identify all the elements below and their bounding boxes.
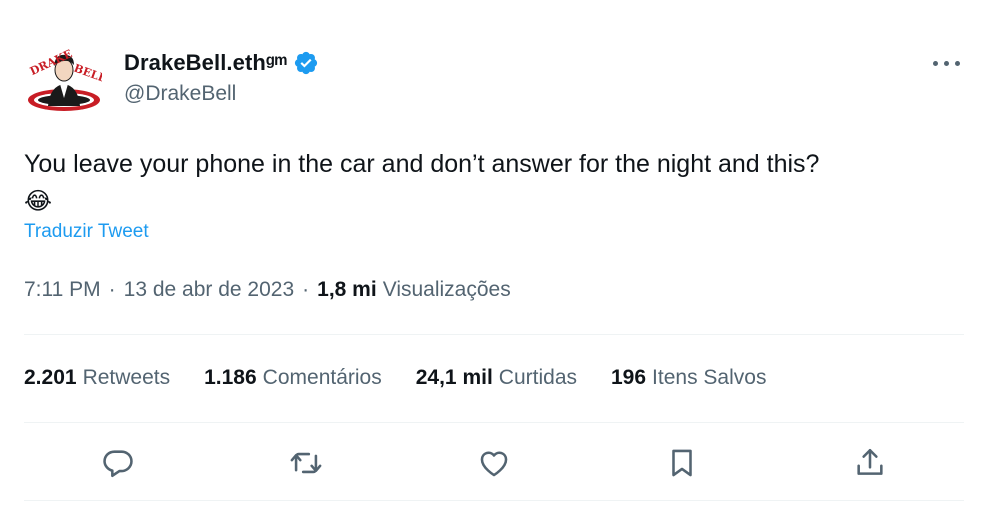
reply-icon[interactable] [101, 446, 135, 480]
retweets-stat[interactable]: 2.201 Retweets [24, 366, 170, 390]
more-options-icon[interactable] [930, 52, 964, 74]
views-label[interactable]: Visualizações [383, 278, 511, 302]
comments-stat[interactable]: 1.186 Comentários [204, 366, 382, 390]
share-icon[interactable] [853, 446, 887, 480]
divider [24, 500, 964, 501]
tweet-meta: 7:11 PM · 13 de abr de 2023 · 1,8 mi Vis… [24, 278, 511, 302]
bookmark-icon[interactable] [665, 446, 699, 480]
stat-count: 24,1 mil [415, 366, 493, 389]
meta-separator: · [108, 278, 116, 301]
retweet-icon[interactable] [289, 446, 323, 480]
tweet-date[interactable]: 13 de abr de 2023 [124, 278, 294, 302]
stat-label: Itens Salvos [652, 366, 767, 389]
more-dot [955, 61, 960, 66]
likes-stat[interactable]: 24,1 mil Curtidas [416, 366, 577, 390]
stat-count: 2.201 [24, 366, 77, 389]
divider [24, 422, 964, 423]
more-dot [944, 61, 949, 66]
author-block: DrakeBell.ethᵍᵐ @DrakeBell [124, 48, 319, 106]
stat-count: 1.186 [204, 366, 257, 389]
divider [24, 334, 964, 335]
more-dot [933, 61, 938, 66]
display-name[interactable]: DrakeBell.ethᵍᵐ [124, 50, 287, 76]
bookmarks-stat[interactable]: 196 Itens Salvos [611, 366, 766, 390]
svg-text:BELL: BELL [72, 62, 102, 86]
drake-bell-logo: DRAKE BELL [28, 47, 108, 111]
engagement-stats: 2.201 Retweets 1.186 Comentários 24,1 mi… [24, 366, 800, 390]
stat-label: Retweets [82, 366, 171, 389]
verified-badge-icon[interactable] [293, 50, 319, 76]
handle[interactable]: @DrakeBell [124, 82, 319, 106]
views-count[interactable]: 1,8 mi [317, 278, 377, 302]
avatar[interactable]: DRAKE BELL [24, 40, 108, 118]
name-row: DrakeBell.ethᵍᵐ [124, 48, 319, 78]
translate-tweet-link[interactable]: Traduzir Tweet [24, 221, 149, 243]
like-icon[interactable] [477, 446, 511, 480]
stat-label: Comentários [262, 366, 382, 389]
meta-separator: · [302, 278, 310, 301]
tweet-time[interactable]: 7:11 PM [24, 278, 101, 302]
laughing-emoji-icon: 😂 [24, 188, 53, 215]
stat-label: Curtidas [498, 366, 577, 389]
stat-count: 196 [611, 366, 647, 389]
tweet-text: You leave your phone in the car and don’… [24, 146, 964, 220]
action-bar [24, 440, 964, 488]
tweet-body: You leave your phone in the car and don’… [24, 150, 820, 178]
